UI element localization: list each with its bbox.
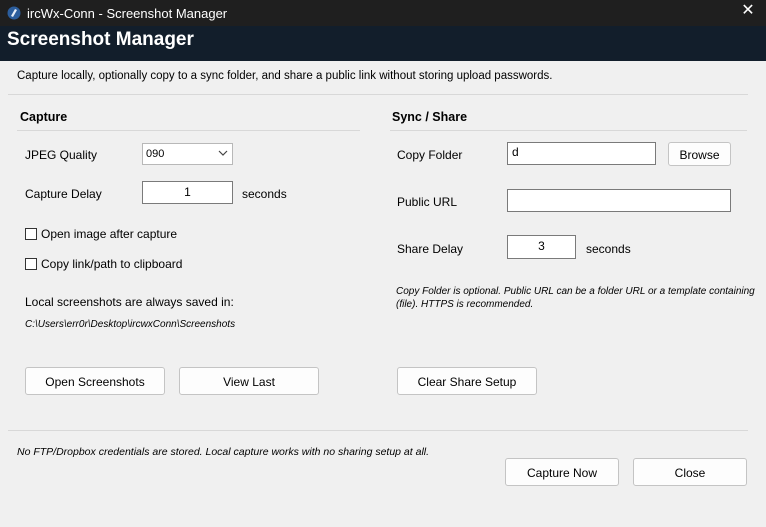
copy-folder-input[interactable]: d xyxy=(507,142,656,165)
sync-note: Copy Folder is optional. Public URL can … xyxy=(396,286,755,310)
capture-delay-label: Capture Delay xyxy=(25,187,102,201)
capture-delay-input[interactable]: 1 xyxy=(142,181,233,204)
public-url-label: Public URL xyxy=(397,195,458,209)
open-after-capture-label[interactable]: Open image after capture xyxy=(41,227,177,241)
capture-delay-value: 1 xyxy=(184,185,191,199)
share-delay-label: Share Delay xyxy=(397,242,464,256)
share-delay-value: 3 xyxy=(538,239,545,253)
public-url-value xyxy=(508,190,730,192)
header-banner: Screenshot Manager xyxy=(0,26,766,61)
copy-to-clipboard-checkbox[interactable] xyxy=(25,258,37,270)
sync-section-title: Sync / Share xyxy=(392,110,468,124)
close-icon[interactable]: ✕ xyxy=(740,3,756,19)
share-delay-unit: seconds xyxy=(586,242,631,256)
open-screenshots-label: Open Screenshots xyxy=(45,375,145,389)
copy-to-clipboard-label[interactable]: Copy link/path to clipboard xyxy=(41,257,182,271)
view-last-label: View Last xyxy=(223,375,275,389)
footer-note: No FTP/Dropbox credentials are stored. L… xyxy=(17,446,430,458)
capture-divider xyxy=(17,130,360,131)
jpeg-quality-label: JPEG Quality xyxy=(25,148,98,162)
close-button[interactable]: Close xyxy=(633,458,747,486)
open-after-capture-checkbox[interactable] xyxy=(25,228,37,240)
copy-folder-value: d xyxy=(512,145,519,159)
page-title: Screenshot Manager xyxy=(7,29,194,50)
app-icon xyxy=(7,6,21,20)
close-label: Close xyxy=(674,466,706,480)
jpeg-quality-value: 090 xyxy=(146,148,165,160)
clear-share-setup-button[interactable]: Clear Share Setup xyxy=(397,367,537,395)
sync-divider xyxy=(390,130,747,131)
capture-now-label: Capture Now xyxy=(526,466,598,480)
copy-folder-label: Copy Folder xyxy=(397,148,463,162)
capture-delay-unit: seconds xyxy=(242,187,287,201)
footer-divider xyxy=(8,430,748,431)
open-screenshots-button[interactable]: Open Screenshots xyxy=(25,367,165,395)
chevron-down-icon xyxy=(218,150,228,156)
clear-share-setup-label: Clear Share Setup xyxy=(417,375,517,389)
view-last-button[interactable]: View Last xyxy=(179,367,319,395)
local-path-text: C:\Users\err0r\Desktop\ircwxConn\Screens… xyxy=(25,319,236,330)
jpeg-quality-select[interactable]: 090 xyxy=(142,143,233,165)
capture-section-title: Capture xyxy=(20,110,68,124)
title-bar: ircWx-Conn - Screenshot Manager ✕ xyxy=(0,0,766,26)
public-url-input[interactable] xyxy=(507,189,731,212)
browse-label: Browse xyxy=(679,148,720,162)
capture-now-button[interactable]: Capture Now xyxy=(505,458,619,486)
divider xyxy=(8,94,748,95)
share-delay-input[interactable]: 3 xyxy=(507,235,576,259)
description-text: Capture locally, optionally copy to a sy… xyxy=(17,70,553,82)
window-title: ircWx-Conn - Screenshot Manager xyxy=(27,6,228,21)
browse-button[interactable]: Browse xyxy=(668,142,731,166)
screenshot-manager-window: ircWx-Conn - Screenshot Manager ✕ Screen… xyxy=(0,0,766,527)
local-saved-label: Local screenshots are always saved in: xyxy=(25,295,234,309)
